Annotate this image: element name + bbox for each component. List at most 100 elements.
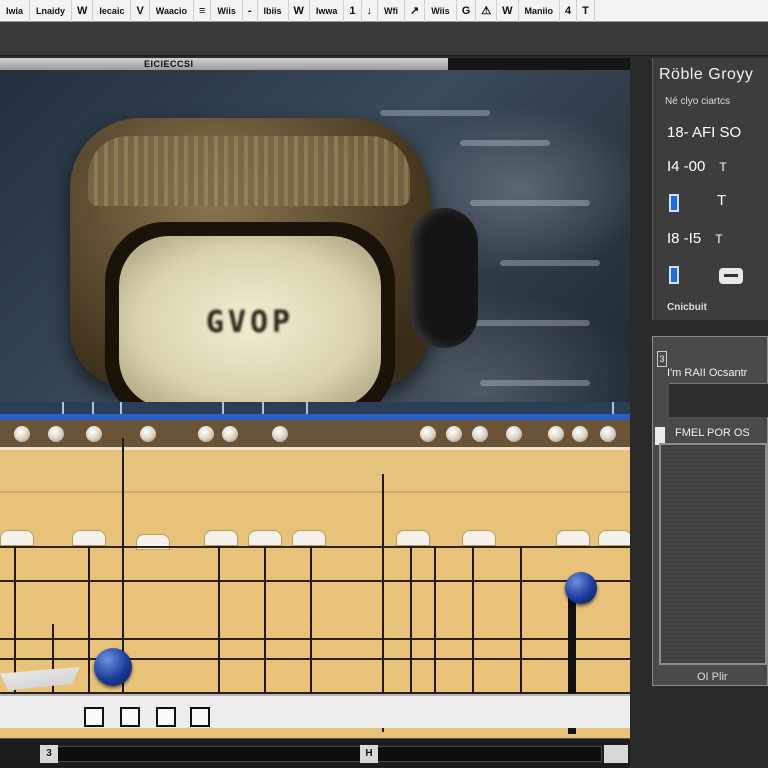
menu-icon-5[interactable]: W <box>289 0 310 22</box>
warning-icon[interactable]: ⚠ <box>476 0 498 22</box>
menu-icon-2[interactable]: V <box>131 0 150 22</box>
menu-icon-11[interactable]: 4 <box>560 0 578 22</box>
motion-streak <box>480 380 590 386</box>
menu-item-4[interactable]: Waacio <box>150 0 194 22</box>
toggle-button[interactable] <box>719 268 743 284</box>
device-screen: GVOP <box>105 222 395 422</box>
knob[interactable] <box>506 426 522 442</box>
clip-tab[interactable] <box>0 530 34 546</box>
color-swatch-blue[interactable] <box>669 266 679 284</box>
menu-item-9[interactable]: Wiis <box>425 0 457 22</box>
clip-tab[interactable] <box>292 530 326 546</box>
property-suffix: T <box>719 160 727 174</box>
menu-icon-4[interactable]: - <box>243 0 258 22</box>
layers-panel: 3 I'm RAII Ocsantr FMEL POR OS OI Plir <box>652 336 768 686</box>
menu-item-2[interactable]: Lnaidy <box>30 0 73 22</box>
clip-tab[interactable] <box>462 530 496 546</box>
paper-scrap <box>0 666 80 691</box>
menu-icon-12[interactable]: T <box>577 0 595 22</box>
property-row[interactable]: I8 -I5 T <box>667 230 723 247</box>
ruler-tick <box>62 402 64 414</box>
menu-icon-10[interactable]: W <box>497 0 519 22</box>
layer-list[interactable] <box>659 443 767 665</box>
property-value: I8 -I5 <box>667 230 702 247</box>
viewer-title: EICIECCSI <box>0 58 448 70</box>
knob[interactable] <box>420 426 436 442</box>
list-label: FMEL POR OS <box>675 427 750 439</box>
clip-tab[interactable] <box>248 530 282 546</box>
knob-row <box>0 420 630 450</box>
motion-streak <box>460 140 550 146</box>
menu-item-6[interactable]: Ibiis <box>258 0 289 22</box>
marker-handle[interactable] <box>94 648 132 686</box>
clip-tab[interactable] <box>204 530 238 546</box>
screen-text: GVOP <box>205 304 295 340</box>
app-window: Iwia Lnaidy W Iecaic V Waacio ≡ Wiis - I… <box>0 0 768 768</box>
motion-streak <box>470 200 590 206</box>
panel2-footer: OI Plir <box>697 671 728 683</box>
menu-item-3[interactable]: Iecaic <box>93 0 132 22</box>
knob[interactable] <box>446 426 462 442</box>
timeline-ruler[interactable] <box>0 402 630 414</box>
knob[interactable] <box>572 426 588 442</box>
knob[interactable] <box>272 426 288 442</box>
property-value: 18- AFI SO <box>667 124 742 141</box>
scroll-left-button[interactable]: 3 <box>40 745 58 763</box>
property-value: I4 -00 <box>667 158 706 175</box>
track-checkbox[interactable] <box>190 707 210 727</box>
knob[interactable] <box>86 426 102 442</box>
track-checkbox[interactable] <box>156 707 176 727</box>
menu-item-5[interactable]: Wiis <box>211 0 243 22</box>
property-row[interactable]: 18- AFI SO <box>667 124 741 141</box>
knob[interactable] <box>548 426 564 442</box>
scroll-right-button[interactable] <box>604 745 628 763</box>
ruler-tick <box>612 402 614 414</box>
properties-panel: Röble Groyy Né clyo ciartcs 18- AFI SO I… <box>652 58 768 320</box>
clip-tab[interactable] <box>556 530 590 546</box>
menu-icon-6[interactable]: 1 <box>344 0 362 22</box>
knob[interactable] <box>14 426 30 442</box>
clip-tab[interactable] <box>72 530 106 546</box>
scroll-track[interactable] <box>40 746 602 762</box>
motion-streak <box>380 110 490 116</box>
track-checkbox[interactable] <box>120 707 140 727</box>
text-field[interactable] <box>669 383 768 417</box>
knob[interactable] <box>222 426 238 442</box>
ruler-tick <box>262 402 264 414</box>
menu-icon-7[interactable]: ↓ <box>362 0 379 22</box>
scroll-thumb[interactable]: H <box>360 745 378 763</box>
menu-icon-3[interactable]: ≡ <box>194 0 212 22</box>
horizontal-scrollbar[interactable]: 3 H <box>0 738 630 768</box>
knob[interactable] <box>198 426 214 442</box>
color-swatch-blue[interactable] <box>669 194 679 212</box>
clip-tab[interactable] <box>598 530 630 546</box>
menu-item-10[interactable]: Maniio <box>519 0 561 22</box>
property-row[interactable]: I4 -00 T <box>667 158 727 175</box>
clip-lane[interactable] <box>0 453 630 493</box>
menu-icon-8[interactable]: ↗ <box>405 0 426 22</box>
knob[interactable] <box>140 426 156 442</box>
menu-icon-1[interactable]: W <box>72 0 94 22</box>
menu-item-8[interactable]: Wfi <box>378 0 406 22</box>
knob[interactable] <box>48 426 64 442</box>
property-row[interactable]: T <box>717 192 726 209</box>
device-screen-glass: GVOP <box>119 236 381 408</box>
ruler-tick <box>92 402 94 414</box>
panel-number: 3 <box>657 351 667 367</box>
motion-streak <box>500 260 600 266</box>
ruler-tick <box>120 402 122 414</box>
track-checkbox[interactable] <box>84 707 104 727</box>
field-label: I'm RAII Ocsantr <box>667 367 748 379</box>
device-knob <box>410 208 478 348</box>
timeline-editor[interactable] <box>0 402 630 738</box>
panel-title: Röble Groyy <box>659 66 754 83</box>
knob[interactable] <box>472 426 488 442</box>
marker-handle[interactable] <box>565 572 597 604</box>
menu-item-1[interactable]: Iwia <box>0 0 31 22</box>
motion-streak <box>460 320 590 326</box>
clip-tab[interactable] <box>396 530 430 546</box>
knob[interactable] <box>600 426 616 442</box>
menu-item-7[interactable]: Iwwa <box>310 0 345 22</box>
device-band <box>88 136 410 206</box>
menu-icon-9[interactable]: G <box>457 0 477 22</box>
